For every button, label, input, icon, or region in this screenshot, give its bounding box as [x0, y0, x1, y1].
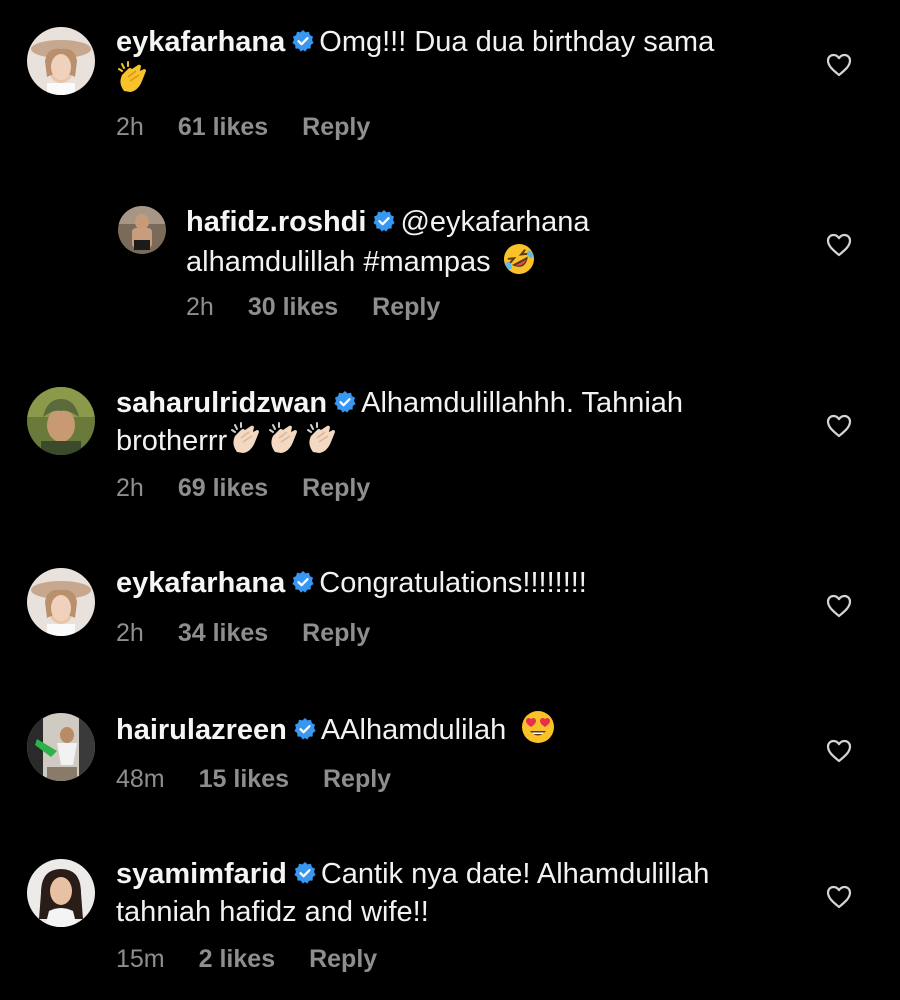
username[interactable]: saharulridzwan: [116, 387, 327, 419]
verified-badge-icon: [372, 209, 396, 233]
reply-button[interactable]: Reply: [309, 945, 377, 973]
comment-time: 48m: [116, 765, 165, 793]
reply-button[interactable]: Reply: [372, 293, 440, 321]
username[interactable]: eykafarhana: [116, 567, 285, 599]
comment-text: Omg!!! Dua dua birthday sama: [319, 26, 715, 58]
avatar[interactable]: [27, 387, 95, 455]
username[interactable]: hafidz.roshdi: [186, 206, 366, 238]
reply-button[interactable]: Reply: [323, 765, 391, 793]
comment-time: 2h: [116, 474, 144, 502]
avatar[interactable]: [27, 27, 95, 95]
rolling-laughing-face-icon: [501, 241, 537, 277]
verified-badge-icon: [293, 717, 317, 741]
avatar[interactable]: [118, 206, 166, 254]
like-count[interactable]: 69 likes: [178, 474, 268, 502]
username[interactable]: eykafarhana: [116, 26, 285, 58]
comment-text: Cantik nya date! Alhamdulillah: [320, 858, 710, 890]
like-heart-icon[interactable]: [826, 414, 852, 438]
heart-eyes-face-icon: [520, 709, 556, 745]
comment-text: Congratulations!!!!!!!!: [319, 567, 587, 599]
like-heart-icon[interactable]: [826, 739, 852, 763]
like-count[interactable]: 34 likes: [178, 619, 268, 647]
comment-time: 2h: [116, 113, 144, 141]
clapping-hands-icon: [116, 61, 150, 95]
like-heart-icon[interactable]: [826, 594, 852, 618]
like-heart-icon[interactable]: [826, 233, 852, 257]
reply-button[interactable]: Reply: [302, 474, 370, 502]
like-count[interactable]: 2 likes: [199, 945, 275, 973]
verified-badge-icon: [293, 861, 317, 885]
verified-badge-icon: [333, 390, 357, 414]
avatar[interactable]: [27, 713, 95, 781]
comment-time: 15m: [116, 945, 165, 973]
like-heart-icon[interactable]: [826, 885, 852, 909]
comment-text: AAlhamdulilah: [320, 714, 507, 746]
username[interactable]: hairulazreen: [116, 714, 287, 746]
comment-time: 2h: [116, 619, 144, 647]
mention-link[interactable]: @eykafarhana: [400, 206, 589, 238]
verified-badge-icon: [291, 29, 315, 53]
username[interactable]: syamimfarid: [116, 858, 287, 890]
clapping-hands-icon: [229, 422, 341, 456]
comment-text: Alhamdulillahhh. Tahniah: [361, 387, 684, 419]
reply-button[interactable]: Reply: [302, 619, 370, 647]
verified-badge-icon: [291, 570, 315, 594]
avatar[interactable]: [27, 568, 95, 636]
like-heart-icon[interactable]: [826, 53, 852, 77]
comment-text: alhamdulillah #mampas: [186, 246, 491, 278]
like-count[interactable]: 15 likes: [199, 765, 289, 793]
like-count[interactable]: 61 likes: [178, 113, 268, 141]
reply-button[interactable]: Reply: [302, 113, 370, 141]
comment-text: tahniah hafidz and wife!!: [116, 896, 429, 928]
avatar[interactable]: [27, 859, 95, 927]
comment-text: brotherrr: [116, 425, 228, 457]
like-count[interactable]: 30 likes: [248, 293, 338, 321]
comment-time: 2h: [186, 293, 214, 321]
